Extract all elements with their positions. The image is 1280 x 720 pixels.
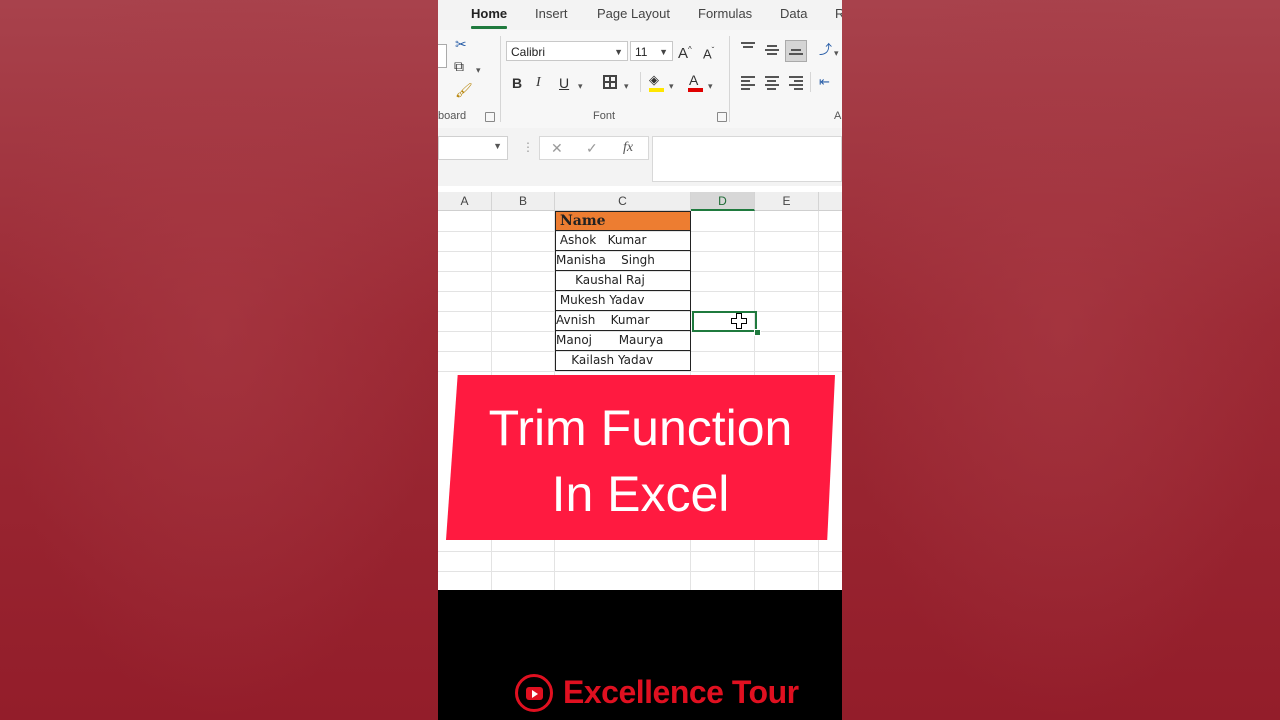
gridline [438, 551, 842, 552]
banner-title-line1: Trim Function [488, 400, 793, 456]
decrease-font-size-icon[interactable]: Aˇ [703, 43, 714, 62]
alignment-group-label: A [834, 110, 842, 122]
tab-formulas[interactable]: Formulas [698, 6, 752, 21]
table-row[interactable]: Manisha Singh [555, 251, 691, 271]
font-color-swatch [688, 88, 703, 92]
active-cell-d7[interactable] [692, 311, 757, 332]
ribbon: Home Insert Page Layout Formulas Data R … [438, 0, 842, 129]
tab-insert[interactable]: Insert [535, 6, 568, 21]
column-header-a[interactable]: A [438, 192, 492, 211]
top-align-icon[interactable] [741, 42, 755, 50]
active-tab-indicator [471, 26, 507, 29]
borders-icon[interactable] [603, 75, 617, 89]
font-group-label: Font [593, 110, 616, 122]
cut-icon[interactable]: ✂ [455, 36, 467, 52]
borders-dropdown-icon[interactable]: ▾ [624, 78, 629, 94]
column-header-c[interactable]: C [555, 192, 691, 211]
formula-bar: ▼ ⋮ ✕ ✓ fx [438, 128, 842, 186]
name-box[interactable]: ▼ [438, 136, 508, 160]
video-frame: Home Insert Page Layout Formulas Data R … [438, 0, 842, 720]
chevron-down-icon: ▼ [614, 47, 623, 57]
title-banner: Trim Function In Excel [446, 375, 835, 540]
tab-home[interactable]: Home [471, 6, 507, 21]
bottom-align-icon [789, 49, 803, 57]
table-row[interactable]: Mukesh Yadav [555, 291, 691, 311]
font-name-value: Calibri [511, 45, 546, 59]
font-size-value: 11 [635, 45, 648, 59]
format-painter-icon[interactable]: 🖌 [455, 82, 473, 98]
align-left-icon[interactable] [741, 76, 755, 92]
copy-icon[interactable]: ⧉ [454, 58, 464, 74]
table-row[interactable]: Manoj Maurya [555, 331, 691, 351]
chevron-down-icon: ▼ [493, 141, 502, 151]
column-header-e[interactable]: E [755, 192, 819, 211]
clipboard-group-label: board [438, 110, 467, 122]
column-header-b[interactable]: B [492, 192, 555, 211]
orientation-dropdown-icon[interactable]: ▾ [834, 45, 839, 61]
background-right [842, 0, 1280, 720]
banner-title-line2: In Excel [551, 466, 730, 522]
fill-handle[interactable] [754, 329, 761, 336]
underline-button[interactable]: U [559, 75, 569, 91]
formula-buttons: ✕ ✓ fx [539, 136, 649, 160]
channel-name: Excellence Tour [563, 674, 799, 710]
chevron-down-icon: ▼ [659, 47, 668, 57]
increase-font-size-icon[interactable]: A^ [678, 42, 692, 62]
italic-button[interactable]: I [536, 75, 541, 91]
underline-dropdown-icon[interactable]: ▾ [578, 78, 583, 94]
formula-input[interactable] [652, 136, 842, 182]
font-color-button[interactable]: A [689, 72, 698, 88]
fill-color-icon[interactable]: ◈ [649, 72, 659, 88]
fill-color-swatch [649, 88, 664, 92]
cell-cursor-icon [731, 313, 747, 329]
group-divider [729, 36, 730, 122]
group-divider [810, 72, 811, 92]
tab-data[interactable]: Data [780, 6, 807, 21]
table-header-name[interactable]: Name [555, 211, 691, 231]
font-color-dropdown-icon[interactable]: ▾ [708, 78, 713, 94]
youtube-icon [515, 674, 553, 712]
copy-dropdown-icon[interactable]: ▾ [476, 62, 481, 78]
enter-icon[interactable]: ✓ [586, 140, 598, 157]
clipboard-launcher-icon[interactable] [485, 112, 495, 122]
font-launcher-icon[interactable] [717, 112, 727, 122]
orientation-icon[interactable]: ⤴ [819, 42, 832, 58]
formula-bar-handle-icon[interactable]: ⋮ [522, 140, 534, 154]
tab-page-layout[interactable]: Page Layout [597, 6, 670, 21]
gridline [438, 371, 842, 372]
cancel-icon[interactable]: ✕ [551, 140, 563, 157]
paste-icon[interactable] [438, 44, 447, 68]
channel-footer: Excellence Tour [438, 590, 842, 720]
column-header-f-partial[interactable] [819, 192, 842, 211]
gridline [438, 571, 842, 572]
table-row[interactable]: Ashok Kumar [555, 231, 691, 251]
decrease-indent-icon[interactable]: ⇤ [819, 74, 830, 90]
background-left [0, 0, 438, 720]
font-size-select[interactable]: 11 ▼ [630, 41, 673, 61]
fill-color-dropdown-icon[interactable]: ▾ [669, 78, 674, 94]
play-icon [526, 687, 543, 700]
font-name-select[interactable]: Calibri ▼ [506, 41, 628, 61]
insert-function-icon[interactable]: fx [623, 140, 633, 156]
table-row[interactable]: Kaushal Raj [555, 271, 691, 291]
table-row[interactable]: Avnish Kumar [555, 311, 691, 331]
middle-align-icon[interactable] [765, 45, 779, 57]
bold-button[interactable]: B [512, 75, 522, 91]
bottom-align-button[interactable] [785, 40, 807, 62]
tab-review-partial[interactable]: R [835, 6, 842, 21]
column-header-d[interactable]: D [691, 192, 755, 211]
ribbon-tabs: Home Insert Page Layout Formulas Data R [438, 0, 842, 30]
align-right-icon[interactable] [789, 76, 803, 92]
table-row[interactable]: Kailash Yadav [555, 351, 691, 371]
align-center-icon[interactable] [765, 76, 779, 92]
group-divider [640, 72, 641, 92]
ribbon-body: ✂ ⧉ ▾ 🖌 board Calibri ▼ 11 ▼ A^ Aˇ B I U… [438, 30, 842, 129]
group-divider [500, 36, 501, 122]
